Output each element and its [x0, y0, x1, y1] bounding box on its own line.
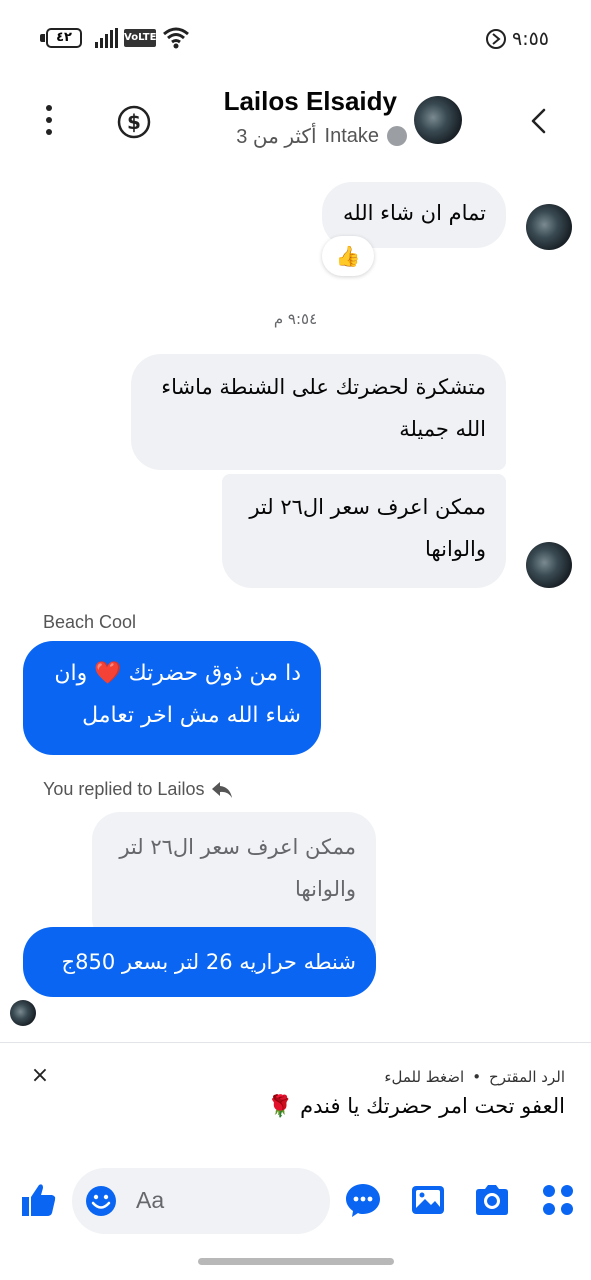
composer-bar: [0, 1168, 591, 1234]
camera-icon[interactable]: [472, 1180, 512, 1220]
sender-avatar[interactable]: [526, 542, 572, 588]
sender-avatar[interactable]: [526, 204, 572, 250]
contact-name[interactable]: Lailos Elsaidy: [224, 86, 397, 117]
seen-receipt-avatar: [10, 1000, 36, 1026]
alarm-icon: [486, 29, 506, 49]
suggested-reply[interactable]: العفو تحت امر حضرتك يا فندم 🌹: [267, 1094, 565, 1119]
reply-context-text: You replied to Lailos: [43, 779, 205, 799]
label-tag: Intake: [324, 124, 379, 147]
reply-arrow-icon: [212, 781, 233, 798]
home-indicator[interactable]: [198, 1258, 394, 1265]
message-input[interactable]: [136, 1182, 316, 1218]
volte-badge: VoLTE: [124, 29, 156, 47]
reaction-badge[interactable]: 👍: [322, 236, 374, 276]
reply-context-label: You replied to Lailos: [43, 779, 234, 800]
outgoing-sender-label: Beach Cool: [43, 612, 137, 632]
label-dot-icon: [387, 126, 407, 146]
contact-subtitle: أكثر من 3 Intake: [236, 124, 407, 148]
signal-icon: [95, 28, 118, 48]
close-icon[interactable]: ×: [30, 1065, 50, 1087]
divider: [0, 1042, 591, 1043]
status-bar: ٤٢ VoLTE ٩:٥٥: [0, 0, 591, 78]
svg-text:$: $: [127, 110, 141, 134]
suggestion-separator: •: [472, 1068, 482, 1086]
gallery-icon[interactable]: [408, 1180, 448, 1220]
status-time: ٩:٥٥: [512, 28, 550, 50]
contact-avatar[interactable]: [414, 96, 462, 144]
incoming-message[interactable]: ممكن اعرف سعر ال٢٦ لتر والوانها: [222, 474, 506, 588]
suggestion-title: الرد المقترح: [489, 1068, 565, 1086]
incoming-message[interactable]: متشكرة لحضرتك على الشنطة ماشاء الله جميل…: [131, 354, 506, 470]
suggestion-header: الرد المقترح • اضغط للملء: [384, 1068, 565, 1086]
activity-time: أكثر من 3: [236, 125, 317, 148]
like-icon[interactable]: [18, 1180, 58, 1220]
outgoing-message[interactable]: شنطه حراريه 26 لتر بسعر 850ج: [23, 927, 376, 997]
message-timestamp: ٩:٥٤ م: [273, 310, 318, 328]
back-chevron-icon[interactable]: [524, 106, 554, 136]
more-apps-icon[interactable]: [538, 1180, 578, 1220]
chat-header: $ Lailos Elsaidy أكثر من 3 Intake: [0, 78, 591, 168]
payment-icon[interactable]: $: [116, 104, 152, 140]
battery-level: ٤٢: [46, 28, 82, 48]
emoji-icon[interactable]: [84, 1184, 118, 1218]
quoted-message[interactable]: ممكن اعرف سعر ال٢٦ لتر والوانها: [92, 812, 376, 946]
message-composer[interactable]: [72, 1168, 330, 1234]
battery-icon: ٤٢: [40, 28, 82, 48]
wifi-icon: [163, 27, 189, 49]
outgoing-message[interactable]: دا من ذوق حضرتك ❤️ وان شاء الله مش اخر ت…: [23, 641, 321, 755]
suggestion-hint: اضغط للملء: [384, 1068, 465, 1086]
more-options-icon[interactable]: [34, 100, 64, 140]
chat-bubble-icon[interactable]: [343, 1180, 383, 1220]
